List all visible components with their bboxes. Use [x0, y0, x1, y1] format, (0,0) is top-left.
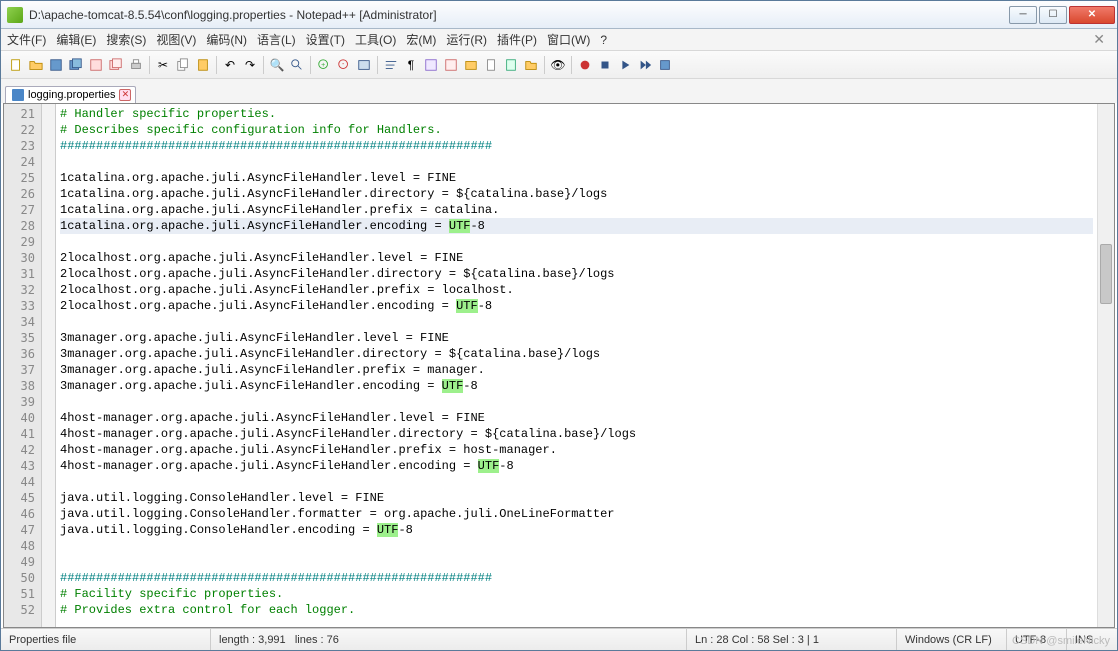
- copy-icon[interactable]: [174, 56, 192, 74]
- open-file-icon[interactable]: [27, 56, 45, 74]
- menu-view[interactable]: 视图(V): [156, 31, 196, 48]
- separator: [377, 56, 378, 74]
- svg-text:+: +: [321, 61, 325, 68]
- play-macro-icon[interactable]: [616, 56, 634, 74]
- save-all-icon[interactable]: [67, 56, 85, 74]
- separator: [149, 56, 150, 74]
- file-tab[interactable]: logging.properties ✕: [5, 86, 136, 103]
- folder-as-workspace-icon[interactable]: [462, 56, 480, 74]
- monitor-icon[interactable]: 👁: [549, 56, 567, 74]
- paste-icon[interactable]: [194, 56, 212, 74]
- menu-bar: 文件(F) 编辑(E) 搜索(S) 视图(V) 编码(N) 语言(L) 设置(T…: [1, 29, 1117, 51]
- watermark: CSDN @smileNicky: [1012, 635, 1110, 647]
- zoom-in-icon[interactable]: +: [315, 56, 333, 74]
- replace-icon[interactable]: [288, 56, 306, 74]
- status-eol: Windows (CR LF): [897, 629, 1007, 650]
- find-icon[interactable]: 🔍: [268, 56, 286, 74]
- maximize-button[interactable]: ☐: [1039, 6, 1067, 24]
- separator: [216, 56, 217, 74]
- title-bar[interactable]: D:\apache-tomcat-8.5.54\conf\logging.pro…: [1, 1, 1117, 29]
- menu-run[interactable]: 运行(R): [446, 31, 487, 48]
- save-icon[interactable]: [47, 56, 65, 74]
- menu-tools[interactable]: 工具(O): [355, 31, 396, 48]
- close-button[interactable]: ✕: [1069, 6, 1115, 24]
- separator: [263, 56, 264, 74]
- app-window: D:\apache-tomcat-8.5.54\conf\logging.pro…: [0, 0, 1118, 651]
- toolbar: ✂ ↶ ↷ 🔍 + - ¶ 👁: [1, 51, 1117, 79]
- line-number-gutter[interactable]: 2122232425262728293031323334353637383940…: [4, 104, 42, 627]
- play-multi-icon[interactable]: [636, 56, 654, 74]
- menu-file[interactable]: 文件(F): [7, 31, 46, 48]
- tab-close-icon[interactable]: ✕: [119, 89, 131, 101]
- status-length: length : 3,991 lines : 76: [211, 629, 687, 650]
- menu-encoding[interactable]: 编码(N): [206, 31, 247, 48]
- separator: [310, 56, 311, 74]
- redo-icon[interactable]: ↷: [241, 56, 259, 74]
- fold-gutter[interactable]: [42, 104, 56, 627]
- wordwrap-icon[interactable]: [382, 56, 400, 74]
- svg-text:-: -: [342, 60, 345, 67]
- save-macro-icon[interactable]: [656, 56, 674, 74]
- vertical-scrollbar[interactable]: [1097, 104, 1114, 627]
- menu-language[interactable]: 语言(L): [257, 31, 296, 48]
- editor: 2122232425262728293031323334353637383940…: [3, 103, 1115, 628]
- menu-window[interactable]: 窗口(W): [547, 31, 590, 48]
- menu-help[interactable]: ?: [600, 33, 607, 47]
- app-icon: [7, 7, 23, 23]
- menu-search[interactable]: 搜索(S): [106, 31, 146, 48]
- ud-lang-icon[interactable]: [442, 56, 460, 74]
- new-file-icon[interactable]: [7, 56, 25, 74]
- sync-scroll-icon[interactable]: [355, 56, 373, 74]
- menu-macro[interactable]: 宏(M): [406, 31, 436, 48]
- file-tab-label: logging.properties: [28, 89, 115, 101]
- minimize-button[interactable]: ─: [1009, 6, 1037, 24]
- close-file-icon[interactable]: [87, 56, 105, 74]
- doc-map-icon[interactable]: [482, 56, 500, 74]
- window-title: D:\apache-tomcat-8.5.54\conf\logging.pro…: [29, 8, 1009, 22]
- close-all-icon[interactable]: [107, 56, 125, 74]
- scrollbar-thumb[interactable]: [1100, 244, 1112, 304]
- cut-icon[interactable]: ✂: [154, 56, 172, 74]
- function-list-icon[interactable]: [502, 56, 520, 74]
- stop-macro-icon[interactable]: [596, 56, 614, 74]
- separator: [544, 56, 545, 74]
- status-bar: Properties file length : 3,991 lines : 7…: [1, 628, 1117, 650]
- indent-guide-icon[interactable]: [422, 56, 440, 74]
- separator: [571, 56, 572, 74]
- menu-settings[interactable]: 设置(T): [306, 31, 345, 48]
- zoom-out-icon[interactable]: -: [335, 56, 353, 74]
- menu-edit[interactable]: 编辑(E): [56, 31, 96, 48]
- code-area[interactable]: # Handler specific properties.# Describe…: [56, 104, 1097, 627]
- menu-plugins[interactable]: 插件(P): [497, 31, 537, 48]
- file-tab-icon: [12, 89, 24, 101]
- window-buttons: ─ ☐ ✕: [1009, 6, 1115, 24]
- menu-close-icon[interactable]: ✕: [1087, 31, 1111, 48]
- undo-icon[interactable]: ↶: [221, 56, 239, 74]
- tab-bar: logging.properties ✕: [1, 79, 1117, 103]
- record-macro-icon[interactable]: [576, 56, 594, 74]
- print-icon[interactable]: [127, 56, 145, 74]
- show-all-chars-icon[interactable]: ¶: [402, 56, 420, 74]
- folder-icon[interactable]: [522, 56, 540, 74]
- status-position: Ln : 28 Col : 58 Sel : 3 | 1: [687, 629, 897, 650]
- status-filetype: Properties file: [1, 629, 211, 650]
